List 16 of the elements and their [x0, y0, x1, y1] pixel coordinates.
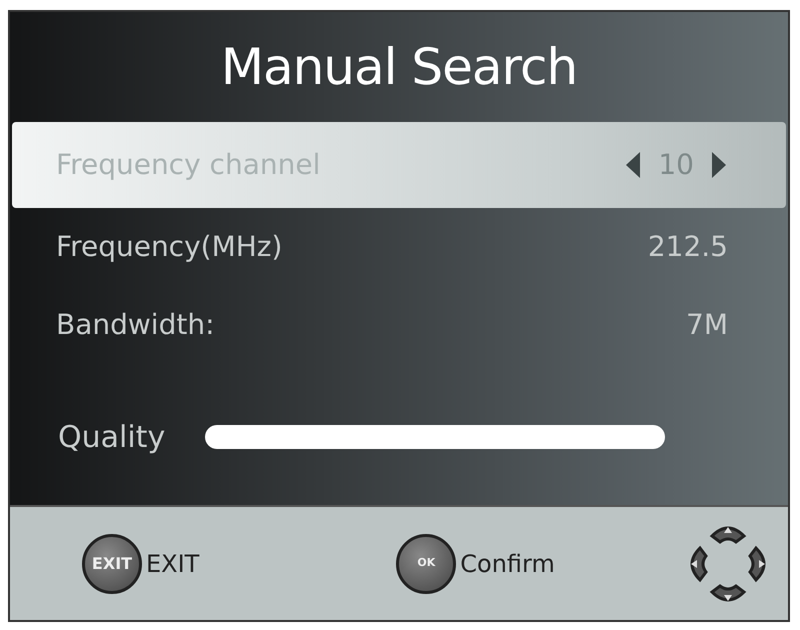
remote-key-icon: EXIT	[82, 534, 142, 594]
row-value: 212.5	[648, 229, 728, 265]
right-arrow-icon[interactable]	[712, 152, 726, 178]
quality-label: Quality	[58, 418, 166, 456]
key-hint: EXIT	[146, 548, 200, 580]
left-arrow-icon[interactable]	[626, 152, 640, 178]
menu-row[interactable]: Frequency(MHz) 212.5	[12, 208, 788, 286]
key-hint: Confirm	[460, 548, 555, 580]
row-label: Bandwidth:	[56, 307, 214, 343]
menu-row[interactable]: Bandwidth: 7M	[12, 286, 788, 364]
row-value: 7M	[686, 307, 728, 343]
screen-title: Manual Search	[220, 37, 578, 98]
remote-key-icon: OK	[396, 534, 456, 594]
row-value: 10	[658, 147, 694, 183]
row-label: Frequency channel	[56, 147, 320, 183]
row-label: Frequency(MHz)	[56, 229, 282, 265]
